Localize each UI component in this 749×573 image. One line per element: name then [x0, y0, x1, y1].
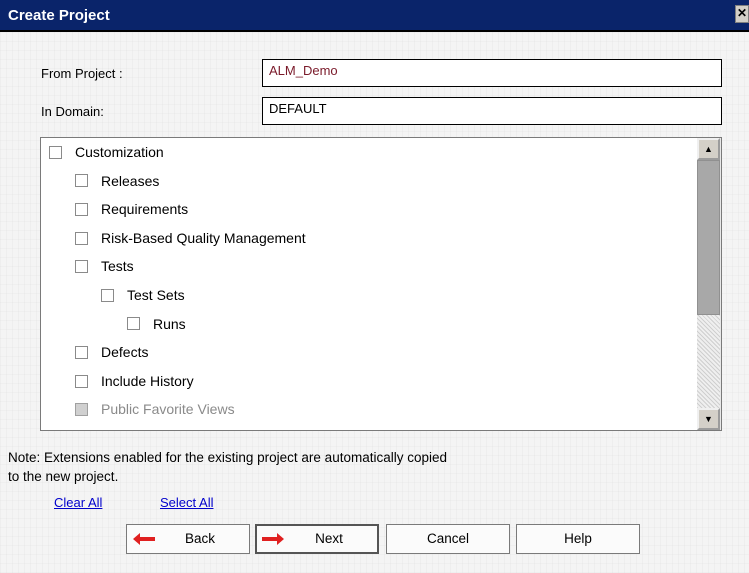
right-arrow-icon	[262, 533, 284, 545]
tree-item-checkbox[interactable]	[75, 345, 88, 359]
tree-item-checkbox[interactable]	[101, 288, 114, 302]
tree-item[interactable]: Runs	[127, 313, 186, 335]
dialog-title: Create Project	[8, 7, 110, 24]
tree-item-label: Include History	[101, 372, 194, 389]
tree-item-label: Customization	[75, 144, 164, 160]
back-button[interactable]: Back	[126, 524, 250, 554]
tree-item-checkbox[interactable]	[75, 174, 88, 188]
from-project-label: From Project :	[41, 66, 123, 81]
tree-item-label: Public Favorite Views	[101, 401, 235, 418]
clear-all-link[interactable]: Clear All	[54, 495, 102, 510]
help-button[interactable]: Help	[516, 524, 640, 554]
note-line-2: to the new project.	[8, 469, 119, 484]
tree-item: Public Favorite Views	[75, 398, 235, 420]
tree-item-label: Runs	[153, 315, 186, 332]
tree-item-label: Releases	[101, 172, 160, 189]
tree-item-label: Tests	[101, 258, 134, 275]
title-bar: Create Project ✕	[0, 0, 749, 32]
from-project-field[interactable]: ALM_Demo	[262, 59, 722, 87]
left-arrow-icon	[133, 533, 155, 545]
tree-item[interactable]: Defects	[75, 341, 148, 363]
scrollbar-track[interactable]	[697, 315, 720, 408]
tree-item-label: Test Sets	[127, 287, 185, 303]
next-label: Next	[315, 531, 343, 546]
note-text: Note: Extensions enabled for the existin…	[8, 448, 568, 486]
tree-item-checkbox[interactable]	[75, 231, 88, 245]
scrollbar-thumb[interactable]	[697, 160, 720, 315]
tree-item-checkbox	[75, 403, 88, 417]
tree-item-label: Defects	[101, 344, 149, 361]
select-all-link[interactable]: Select All	[160, 495, 213, 510]
next-button[interactable]: Next	[255, 524, 379, 554]
tree-item-checkbox[interactable]	[127, 317, 140, 331]
tree-item-checkbox[interactable]	[49, 145, 62, 159]
note-line-1: Note: Extensions enabled for the existin…	[8, 450, 448, 465]
tree-item[interactable]: Risk-Based Quality Management	[75, 227, 306, 249]
tree-item[interactable]: Dashboard Public Entities	[75, 427, 261, 430]
tree-item[interactable]: Releases	[75, 170, 159, 192]
close-icon[interactable]: ✕	[735, 5, 749, 23]
back-label: Back	[184, 531, 215, 546]
tree-item-label: Risk-Based Quality Management	[101, 229, 306, 246]
cancel-button[interactable]: Cancel	[386, 524, 510, 554]
tree-item[interactable]: Customization	[49, 141, 164, 163]
vertical-scrollbar[interactable]: ▲ ▼	[697, 138, 721, 430]
tree-item-label: Requirements	[101, 201, 189, 218]
tree-item[interactable]: Tests	[75, 255, 134, 277]
tree-item-checkbox[interactable]	[75, 202, 88, 216]
scroll-up-icon[interactable]: ▲	[697, 138, 720, 160]
entities-tree[interactable]: Customization Releases Requirements Risk-Ba…	[40, 137, 722, 431]
domain-label: In Domain:	[41, 104, 104, 119]
tree-item[interactable]: Requirements	[75, 198, 188, 220]
tree-item-checkbox[interactable]	[75, 260, 88, 274]
scroll-down-icon[interactable]: ▼	[697, 408, 720, 430]
tree-item[interactable]: Test Sets	[101, 284, 185, 306]
tree-item[interactable]: Include History	[75, 370, 194, 392]
domain-field[interactable]: DEFAULT	[262, 97, 722, 125]
tree-item-checkbox[interactable]	[75, 374, 88, 388]
tree-list: Customization Releases Requirements Risk-Ba…	[41, 138, 697, 430]
